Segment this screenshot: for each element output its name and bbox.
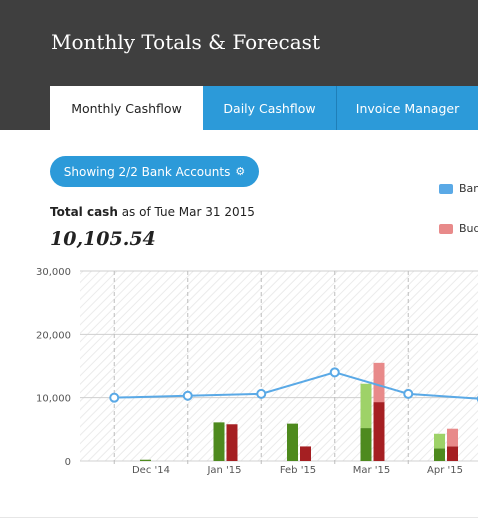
x-tick-label: Jan '15 — [206, 465, 241, 476]
legend-label-budget: Bud — [459, 222, 478, 235]
bank-accounts-label: Showing 2/2 Bank Accounts — [63, 164, 231, 179]
bank-accounts-button[interactable]: Showing 2/2 Bank Accounts ⚙ — [50, 156, 259, 187]
balance-point — [182, 390, 193, 401]
legend-label-bank: Ban — [459, 182, 478, 195]
expense-bar-actual — [226, 424, 238, 461]
balance-point — [109, 392, 120, 403]
income-bar-forecast — [360, 383, 372, 429]
balance-point — [329, 367, 340, 378]
plot-background — [80, 271, 478, 461]
x-tick-label: Apr '15 — [427, 465, 463, 476]
tab-bar: Monthly Cashflow Daily Cashflow Invoice … — [50, 86, 478, 130]
legend-item-budget[interactable]: Bud — [439, 222, 478, 235]
income-bar-actual — [287, 423, 298, 461]
income-bar-actual — [140, 459, 151, 461]
income-bar-forecast — [434, 433, 445, 449]
total-cash-line: Total cash as of Tue Mar 31 2015 — [50, 205, 255, 219]
page-title: Monthly Totals & Forecast — [51, 30, 320, 54]
cashflow-chart: 0 10,000 20,000 30,000 Dec '14 Jan '15 Feb '15… — [36, 267, 478, 476]
expense-bar-forecast — [447, 428, 458, 447]
income-bar-actual — [360, 428, 372, 461]
total-cash-date: as of Tue Mar 31 2015 — [121, 205, 255, 219]
bottom-divider — [0, 517, 478, 518]
total-cash-value: 10,105.54 — [50, 228, 156, 250]
expense-bar-forecast — [373, 362, 385, 403]
expense-bar-actual — [300, 446, 311, 461]
legend-swatch-budget — [439, 223, 453, 234]
y-tick-label: 20,000 — [36, 330, 71, 341]
legend-swatch-bank — [439, 183, 453, 194]
total-cash-label: Total cash — [50, 205, 118, 219]
income-bar-actual — [434, 448, 445, 461]
y-tick-label: 30,000 — [36, 267, 71, 278]
tab-daily-cashflow[interactable]: Daily Cashflow — [203, 86, 337, 130]
x-tick-label: Dec '14 — [132, 465, 170, 476]
balance-point — [403, 388, 414, 399]
tab-invoice-manager[interactable]: Invoice Manager — [337, 86, 478, 130]
x-tick-label: Feb '15 — [280, 465, 316, 476]
y-tick-label: 0 — [65, 457, 71, 468]
x-tick-label: Mar '15 — [353, 465, 391, 476]
tab-monthly-cashflow[interactable]: Monthly Cashflow — [50, 86, 203, 130]
expense-bar-actual — [447, 446, 458, 461]
balance-point — [256, 388, 267, 399]
income-bar-actual — [213, 422, 225, 461]
gear-icon: ⚙ — [235, 165, 246, 178]
legend-item-bank[interactable]: Ban — [439, 182, 478, 195]
expense-bar-actual — [373, 402, 385, 461]
y-tick-label: 10,000 — [36, 394, 71, 405]
